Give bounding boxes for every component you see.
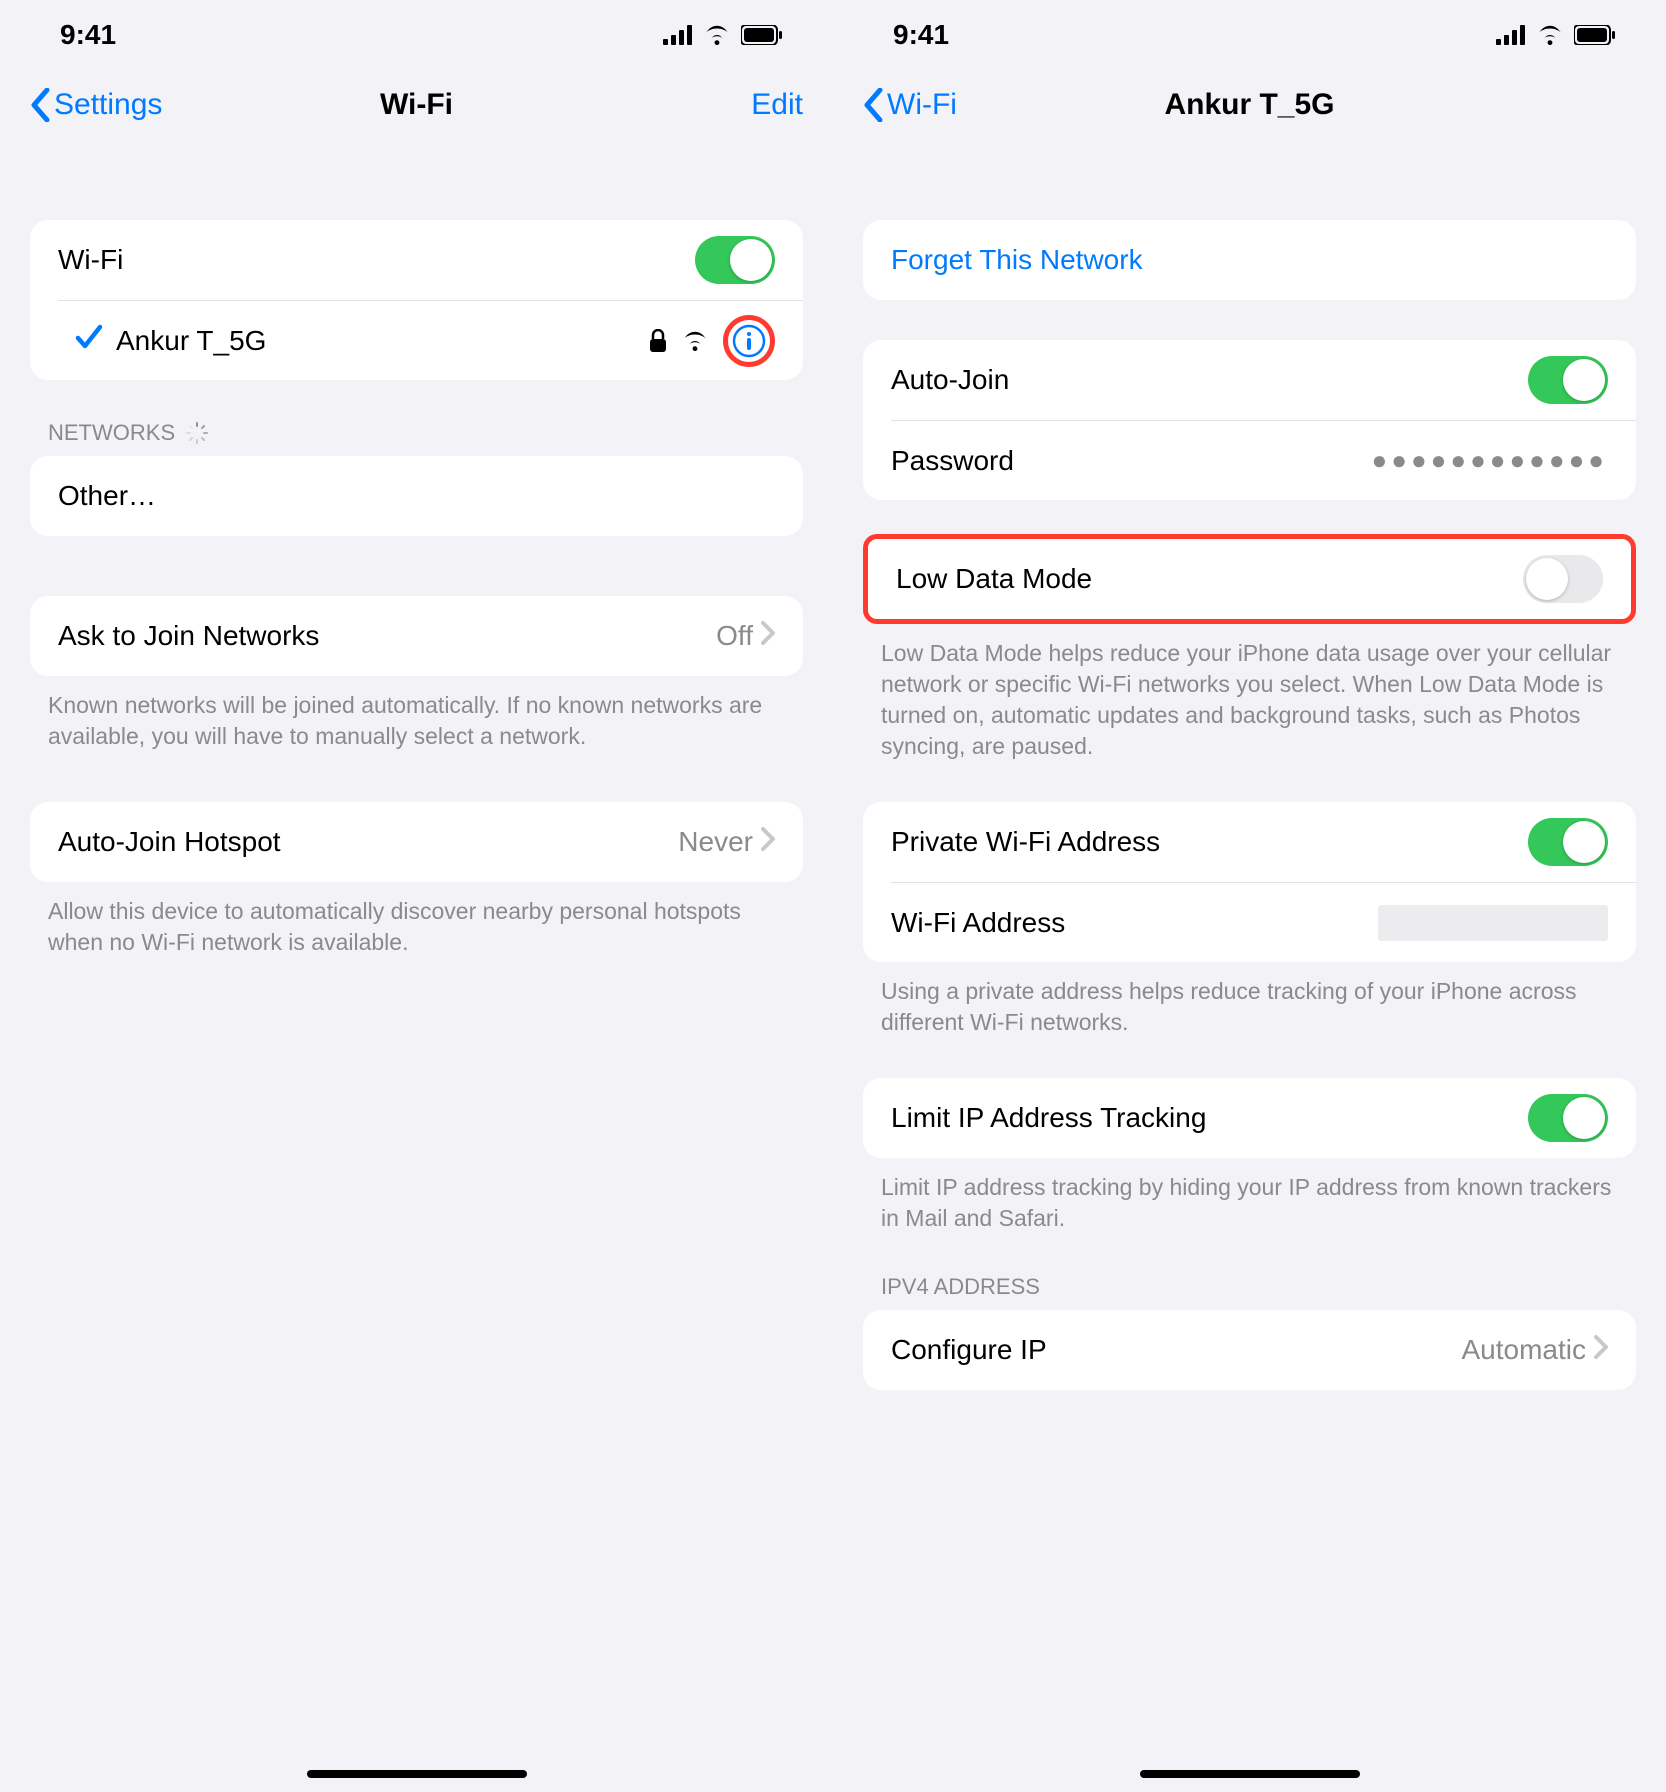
forget-label: Forget This Network	[891, 244, 1608, 276]
back-button[interactable]: Settings	[30, 88, 162, 122]
nav-bar: Settings Wi-Fi Edit	[0, 70, 833, 140]
ask-value: Off	[716, 620, 753, 652]
wifi-address-value-redacted	[1378, 905, 1608, 941]
network-name: Ankur T_5G	[116, 325, 637, 357]
limit-ip-group: Limit IP Address Tracking	[863, 1078, 1636, 1158]
back-label: Settings	[54, 88, 162, 122]
status-time: 9:41	[60, 19, 116, 51]
ask-footer: Known networks will be joined automatica…	[48, 690, 785, 752]
limit-ip-row: Limit IP Address Tracking	[863, 1078, 1636, 1158]
configure-ip-value: Automatic	[1462, 1334, 1587, 1366]
status-bar: 9:41	[0, 0, 833, 70]
back-label: Wi-Fi	[887, 88, 957, 122]
ipv4-group: Configure IP Automatic	[863, 1310, 1636, 1390]
hotspot-footer: Allow this device to automatically disco…	[48, 896, 785, 958]
password-dots: ●●●●●●●●●●●●	[1372, 445, 1608, 476]
autojoin-label: Auto-Join	[891, 364, 1528, 396]
wifi-address-label: Wi-Fi Address	[891, 907, 1378, 939]
private-footer: Using a private address helps reduce tra…	[881, 976, 1618, 1038]
lowdata-group: Low Data Mode	[863, 534, 1636, 624]
screen-network-detail: 9:41 Wi-Fi Ankur T_5G Forget This Networ…	[833, 0, 1666, 1792]
wifi-icon	[703, 25, 731, 45]
home-indicator	[1140, 1770, 1360, 1778]
lowdata-footer: Low Data Mode helps reduce your iPhone d…	[881, 638, 1618, 762]
wifi-toggle-row: Wi-Fi	[30, 220, 803, 300]
autojoin-row: Auto-Join	[863, 340, 1636, 420]
forget-button[interactable]: Forget This Network	[863, 220, 1636, 300]
home-indicator	[307, 1770, 527, 1778]
password-row[interactable]: Password ●●●●●●●●●●●●	[891, 420, 1636, 500]
lowdata-row: Low Data Mode	[868, 539, 1631, 619]
networks-header-label: NETWORKS	[48, 420, 175, 446]
configure-ip-label: Configure IP	[891, 1334, 1462, 1366]
battery-icon	[1574, 25, 1616, 45]
hotspot-label: Auto-Join Hotspot	[58, 826, 678, 858]
private-address-toggle[interactable]	[1528, 818, 1608, 866]
chevron-right-icon	[761, 826, 775, 858]
lowdata-toggle[interactable]	[1523, 555, 1603, 603]
limit-ip-label: Limit IP Address Tracking	[891, 1102, 1528, 1134]
autojoin-group: Auto-Join Password ●●●●●●●●●●●●	[863, 340, 1636, 500]
hotspot-group: Auto-Join Hotspot Never	[30, 802, 803, 882]
networks-header: NETWORKS	[48, 420, 785, 446]
status-indicators	[663, 25, 783, 45]
other-label: Other…	[58, 480, 775, 512]
other-network-row[interactable]: Other…	[30, 456, 803, 536]
lock-icon	[649, 329, 667, 353]
chevron-right-icon	[761, 620, 775, 652]
cellular-icon	[1496, 25, 1526, 45]
back-button[interactable]: Wi-Fi	[863, 88, 957, 122]
hotspot-value: Never	[678, 826, 753, 858]
ipv4-header: IPV4 ADDRESS	[881, 1274, 1618, 1300]
autojoin-toggle[interactable]	[1528, 356, 1608, 404]
private-address-group: Private Wi-Fi Address Wi-Fi Address	[863, 802, 1636, 962]
checkmark-icon	[74, 324, 104, 357]
spinner-icon	[185, 421, 209, 445]
wifi-toggle[interactable]	[695, 236, 775, 284]
edit-button[interactable]: Edit	[751, 88, 803, 122]
lowdata-label: Low Data Mode	[896, 563, 1523, 595]
wifi-icon	[1536, 25, 1564, 45]
cellular-icon	[663, 25, 693, 45]
chevron-left-icon	[863, 88, 883, 122]
battery-icon	[741, 25, 783, 45]
screen-wifi-list: 9:41 Settings Wi-Fi Edit Wi-Fi Ankur T_5…	[0, 0, 833, 1792]
wifi-main-group: Wi-Fi Ankur T_5G	[30, 220, 803, 380]
wifi-address-row: Wi-Fi Address	[891, 882, 1636, 962]
private-address-label: Private Wi-Fi Address	[891, 826, 1528, 858]
info-button-highlight	[723, 315, 775, 367]
nav-bar: Wi-Fi Ankur T_5G	[833, 70, 1666, 140]
status-indicators	[1496, 25, 1616, 45]
limit-ip-toggle[interactable]	[1528, 1094, 1608, 1142]
private-address-row: Private Wi-Fi Address	[863, 802, 1636, 882]
connected-network-row[interactable]: Ankur T_5G	[58, 300, 803, 380]
password-label: Password	[891, 445, 1372, 477]
ask-label: Ask to Join Networks	[58, 620, 716, 652]
ask-to-join-group: Ask to Join Networks Off	[30, 596, 803, 676]
page-title: Ankur T_5G	[833, 88, 1666, 122]
network-trailing	[649, 315, 775, 367]
info-icon[interactable]	[732, 324, 766, 358]
wifi-signal-icon	[681, 331, 709, 351]
status-bar: 9:41	[833, 0, 1666, 70]
wifi-label: Wi-Fi	[58, 244, 695, 276]
status-time: 9:41	[893, 19, 949, 51]
chevron-left-icon	[30, 88, 50, 122]
forget-group: Forget This Network	[863, 220, 1636, 300]
configure-ip-row[interactable]: Configure IP Automatic	[863, 1310, 1636, 1390]
hotspot-row[interactable]: Auto-Join Hotspot Never	[30, 802, 803, 882]
ask-to-join-row[interactable]: Ask to Join Networks Off	[30, 596, 803, 676]
networks-group: Other…	[30, 456, 803, 536]
limit-ip-footer: Limit IP address tracking by hiding your…	[881, 1172, 1618, 1234]
chevron-right-icon	[1594, 1334, 1608, 1366]
